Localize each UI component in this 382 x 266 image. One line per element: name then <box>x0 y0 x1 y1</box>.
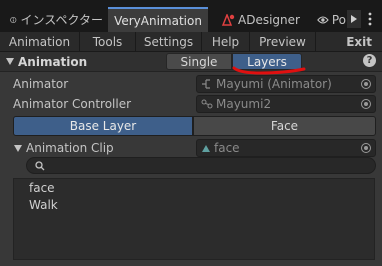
animator-field[interactable]: Mayumi (Animator) <box>196 75 376 93</box>
animator-controller-value: Mayumi2 <box>216 97 272 111</box>
tab-inspector-label: インスペクター <box>20 13 103 27</box>
object-picker-icon[interactable] <box>361 99 371 109</box>
object-picker-icon[interactable] <box>361 79 371 89</box>
tab-inspector[interactable]: インスペクター <box>0 7 103 32</box>
kebab-menu-icon <box>368 12 372 26</box>
animator-controller-label: Animator Controller <box>13 97 132 111</box>
section-title: Animation <box>18 55 88 69</box>
menu-tools[interactable]: Tools <box>80 32 136 52</box>
animation-clip-label: Animation Clip <box>26 141 114 155</box>
tab-po[interactable]: Po <box>314 7 346 32</box>
help-icon[interactable]: ? <box>363 54 376 67</box>
foldout-expanded-icon[interactable] <box>14 145 22 152</box>
preview-button[interactable]: Preview <box>250 32 316 52</box>
single-mode-button[interactable]: Single <box>166 53 232 70</box>
animator-label: Animator <box>13 77 69 91</box>
chevron-right-icon <box>351 15 357 23</box>
animator-controller-field[interactable]: Mayumi2 <box>196 95 376 113</box>
more-options-button[interactable] <box>363 10 377 28</box>
animator-controller-icon <box>201 99 213 109</box>
menu-help[interactable]: Help <box>202 32 250 52</box>
animation-clip-field[interactable]: face <box>196 139 376 157</box>
tab-adesigner-label: ADesigner <box>238 12 300 27</box>
adesigner-icon <box>221 13 235 26</box>
menu-settings[interactable]: Settings <box>136 32 202 52</box>
menu-animation[interactable]: Animation <box>0 32 80 52</box>
animator-value: Mayumi (Animator) <box>216 77 332 91</box>
tab-veryanimation-label: VeryAnimation <box>114 13 202 28</box>
search-icon <box>35 160 45 170</box>
base-layer-button[interactable]: Base Layer <box>13 116 193 136</box>
animation-clip-icon <box>202 145 210 152</box>
tab-scroll-right-button[interactable] <box>347 10 361 28</box>
exit-button[interactable]: Exit <box>316 32 382 52</box>
object-picker-icon[interactable] <box>361 143 371 153</box>
list-item[interactable]: face <box>14 180 374 196</box>
tab-adesigner[interactable]: ADesigner <box>213 7 308 32</box>
clip-list: face Walk <box>13 178 375 260</box>
animation-clip-value: face <box>214 141 240 155</box>
list-item[interactable]: Walk <box>14 197 374 213</box>
eye-icon <box>317 16 329 23</box>
info-icon <box>10 16 17 23</box>
tab-po-label: Po <box>331 12 346 27</box>
foldout-expanded-icon[interactable] <box>6 58 14 65</box>
tab-veryanimation[interactable]: VeryAnimation <box>108 7 208 32</box>
animator-icon <box>202 79 210 89</box>
clip-search-input[interactable] <box>26 157 376 174</box>
face-layer-button[interactable]: Face <box>193 116 376 136</box>
